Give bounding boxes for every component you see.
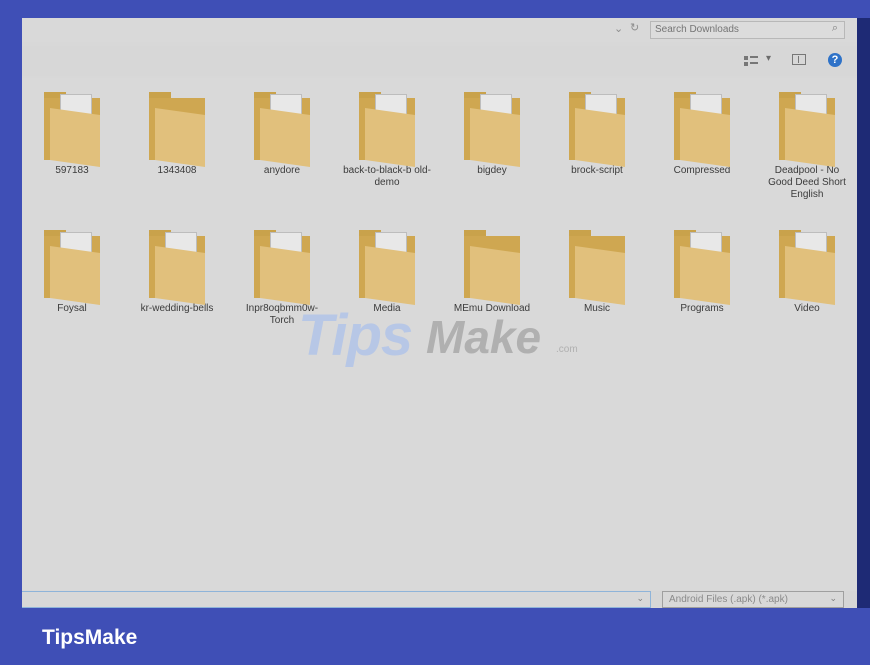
bottom-bar: ⌄ Android Files (.apk) (*.apk) ⌄ — [22, 591, 857, 608]
folder-icon — [464, 228, 520, 306]
chevron-down-icon[interactable]: ⌄ — [829, 593, 837, 604]
refresh-icon[interactable]: ↻ — [630, 21, 639, 34]
folder-label: bigdey — [477, 165, 507, 176]
folder-icon — [149, 228, 205, 306]
search-box[interactable]: ⌕ — [650, 21, 845, 39]
file-type-select[interactable]: Android Files (.apk) (*.apk) ⌄ — [662, 591, 844, 608]
chevron-down-icon[interactable]: ⌄ — [636, 593, 644, 604]
folder-label: kr-wedding-bells — [140, 303, 214, 314]
folder-icon — [674, 228, 730, 306]
folder-icon — [569, 90, 625, 168]
folder-label: 597183 — [55, 165, 89, 176]
right-edge — [857, 18, 870, 608]
folder-item[interactable]: brock-script — [552, 90, 642, 177]
file-type-label: Android Files (.apk) (*.apk) — [669, 594, 788, 605]
search-icon[interactable]: ⌕ — [832, 22, 838, 35]
folder-label: anydore — [263, 165, 301, 176]
folder-icon — [254, 228, 310, 306]
folder-item[interactable]: anydore — [237, 90, 327, 177]
folder-icon — [254, 90, 310, 168]
folder-icon — [779, 90, 835, 168]
preview-pane-icon[interactable] — [792, 54, 806, 65]
folder-icon — [149, 90, 205, 168]
folder-icon — [44, 228, 100, 306]
folder-item[interactable]: kr-wedding-bells — [132, 228, 222, 315]
folder-item[interactable]: Compressed — [657, 90, 747, 177]
help-icon[interactable]: ? — [828, 53, 842, 67]
folder-icon — [674, 90, 730, 168]
folder-item[interactable]: 1343408 — [132, 90, 222, 177]
ribbon: ▾ ? — [22, 46, 857, 76]
view-icon[interactable] — [744, 56, 758, 66]
folder-item[interactable]: Video — [762, 228, 852, 315]
filename-input[interactable]: ⌄ — [22, 591, 651, 608]
folder-item[interactable]: 597183 — [27, 90, 117, 177]
folder-label: back-to-black-b old-demo — [343, 165, 431, 188]
view-dropdown-icon[interactable]: ▾ — [766, 53, 771, 64]
folder-item[interactable]: Programs — [657, 228, 747, 315]
folder-icon — [779, 228, 835, 306]
folder-icon — [359, 228, 415, 306]
watermark-make: Make — [426, 311, 542, 363]
chevron-down-icon[interactable]: ⌄ — [614, 22, 623, 35]
folder-icon — [359, 90, 415, 168]
watermark-tips: Tips — [298, 303, 413, 368]
folder-icon — [464, 90, 520, 168]
folder-label: Video — [794, 303, 820, 314]
folder-item[interactable]: back-to-black-b old-demo — [342, 90, 432, 189]
folder-label: Compressed — [673, 165, 731, 176]
folder-label: Programs — [680, 303, 724, 314]
watermark-com: .com — [556, 344, 578, 355]
folder-icon — [44, 90, 100, 168]
folder-item[interactable]: Deadpool - No Good Deed Short English — [762, 90, 852, 201]
folder-label: 1343408 — [157, 165, 197, 176]
folder-label: Deadpool - No Good Deed Short English — [768, 165, 846, 200]
folder-label: Foysal — [57, 303, 87, 314]
address-bar: ⌄ ↻ ⌕ — [22, 18, 857, 42]
folder-item[interactable]: Foysal — [27, 228, 117, 315]
footer-brand: TipsMake — [42, 626, 138, 649]
folder-label: brock-script — [571, 165, 623, 176]
search-input[interactable] — [655, 23, 805, 35]
folder-item[interactable]: bigdey — [447, 90, 537, 177]
folder-icon — [569, 228, 625, 306]
watermark-logo: Tips Make .com — [298, 302, 618, 372]
